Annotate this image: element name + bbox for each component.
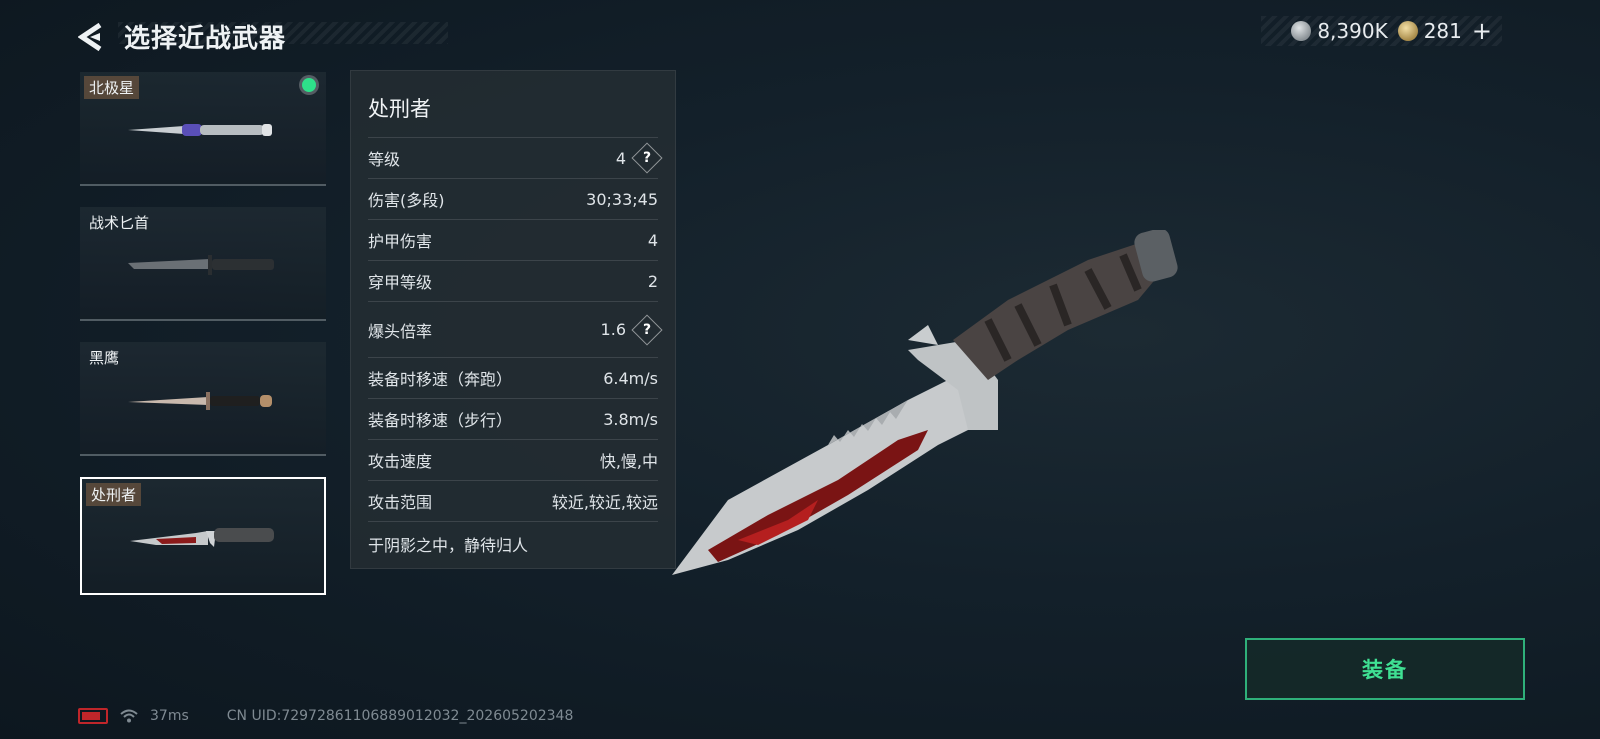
stat-value: 6.4m/s	[603, 368, 658, 388]
weapon-card-name: 黑鹰	[89, 349, 120, 367]
description-text: 于阴影之中，静待归人	[368, 536, 529, 555]
stat-value: 4	[647, 230, 658, 250]
stat-label: 装备时移速（步行）	[368, 411, 513, 430]
silver-currency: 8,390K	[1291, 19, 1388, 43]
silver-coin-icon	[1291, 21, 1312, 41]
stat-label: 穿甲等级	[368, 273, 433, 292]
weapon-card-name: 战术匕首	[89, 214, 150, 232]
stat-row-attack-range: 攻击范围 较近,较近,较远	[368, 480, 658, 521]
stat-row-penetration: 穿甲等级 2	[368, 260, 658, 301]
currency-bar: 8,390K 281 +	[1261, 16, 1502, 46]
knife-tactical-dagger-icon	[128, 255, 274, 275]
add-currency-button[interactable]: +	[1472, 17, 1492, 45]
stat-row-attack-speed: 攻击速度 快,慢,中	[368, 439, 658, 480]
knife-executioner-icon	[130, 528, 274, 547]
wifi-icon	[120, 709, 138, 723]
stats-list: 等级 4 ? 伤害(多段) 30;33;45 护甲伤害 4 穿甲等级 2 爆头倍…	[368, 137, 663, 566]
weapon-card-executioner[interactable]: 处刑者	[80, 477, 326, 595]
equipped-indicator-icon	[302, 78, 316, 92]
status-bar: 37ms CN UID:7297286110688901203​2_202605…	[78, 708, 573, 724]
stat-value: 较近,较近,较远	[551, 493, 658, 512]
weapon-card-polaris[interactable]: 北极星	[80, 72, 326, 186]
stat-row-run-speed: 装备时移速（奔跑） 6.4m/s	[368, 357, 658, 398]
equip-button[interactable]: 装备	[1245, 638, 1525, 700]
stat-label: 护甲伤害	[368, 232, 433, 251]
stat-label: 攻击范围	[368, 493, 433, 512]
header: 选择近战武器	[78, 16, 448, 56]
stat-value: 30;33;45	[586, 189, 658, 209]
weapon-list: 北极星 战术匕首 黑鹰 处刑者	[80, 72, 326, 616]
stat-label: 装备时移速（奔跑）	[368, 370, 513, 389]
equip-button-label: 装备	[1362, 658, 1408, 682]
stat-value: 1.6	[600, 320, 626, 339]
weapon-card-tactical-dagger[interactable]: 战术匕首	[80, 207, 326, 321]
stat-row-headshot: 爆头倍率 1.6 ?	[368, 301, 663, 357]
executioner-knife-model	[672, 230, 1178, 575]
gold-coin-icon	[1397, 21, 1418, 41]
stat-row-damage: 伤害(多段) 30;33;45	[368, 178, 658, 219]
weapon-card-name: 处刑者	[86, 483, 142, 506]
stat-value: 3.8m/s	[603, 409, 658, 429]
stat-row-walk-speed: 装备时移速（步行） 3.8m/s	[368, 398, 658, 439]
back-arrow-icon[interactable]	[78, 22, 104, 52]
stat-label: 等级	[368, 150, 401, 169]
stat-label: 攻击速度	[368, 452, 433, 471]
weapon-card-name: 北极星	[84, 76, 140, 99]
stat-value: 4	[615, 148, 626, 168]
stat-row-armor-damage: 护甲伤害 4	[368, 219, 658, 260]
silver-amount: 8,390K	[1317, 19, 1388, 43]
help-icon[interactable]: ?	[631, 313, 663, 346]
weapon-card-black-hawk[interactable]: 黑鹰	[80, 342, 326, 456]
user-uid: CN UID:7297286110688901203​2_20260520234…	[226, 708, 574, 724]
page-title: 选择近战武器	[124, 24, 287, 54]
knife-polaris-icon	[128, 124, 272, 136]
stat-row-level: 等级 4 ?	[368, 137, 663, 178]
weapon-description: 于阴影之中，静待归人	[368, 521, 658, 566]
stat-label: 伤害(多段)	[368, 191, 445, 210]
ping-value: 37ms	[150, 708, 189, 724]
stat-value: 2	[647, 271, 658, 291]
knife-black-hawk-icon	[128, 392, 272, 410]
stat-value: 快,慢,中	[599, 452, 658, 471]
weapon-stats-panel: 处刑者 等级 4 ? 伤害(多段) 30;33;45 护甲伤害 4 穿甲等级 2…	[350, 70, 676, 569]
stat-label: 爆头倍率	[368, 321, 433, 341]
battery-icon	[78, 708, 108, 724]
gold-amount: 281	[1423, 19, 1462, 43]
help-icon[interactable]: ?	[631, 142, 663, 174]
panel-weapon-name: 处刑者	[368, 97, 431, 121]
gold-currency: 281 +	[1397, 17, 1492, 45]
